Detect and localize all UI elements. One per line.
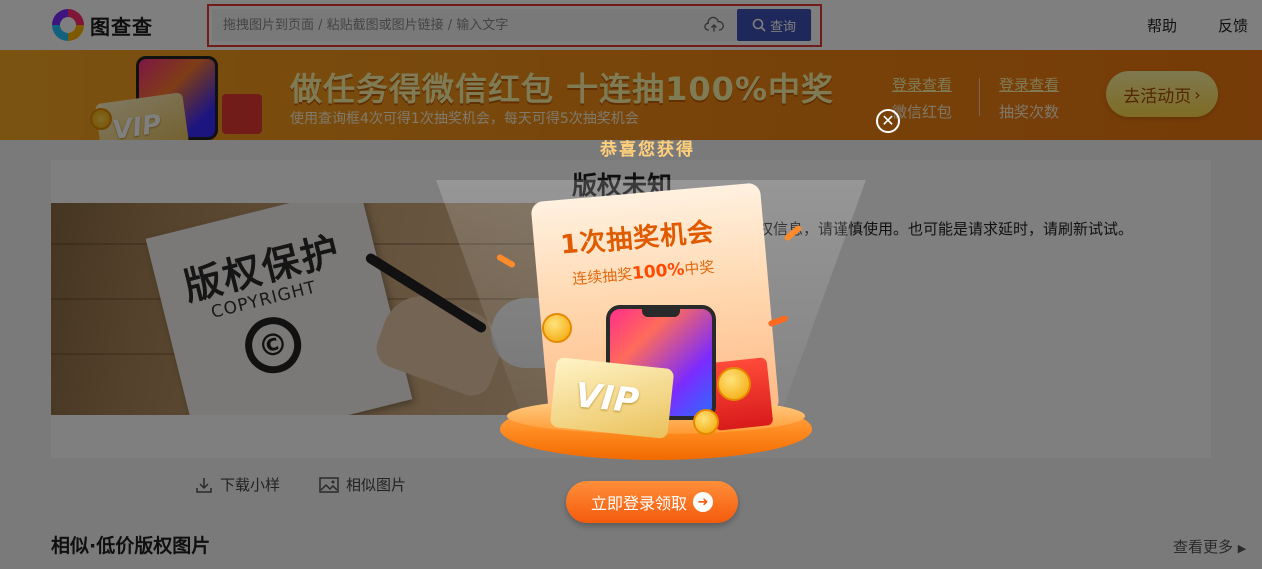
arrow-right-circle-icon: ➜ xyxy=(693,492,713,512)
coin-icon xyxy=(717,367,751,401)
prize-sub-prefix: 连续抽奖 xyxy=(571,265,633,289)
login-claim-button[interactable]: 立即登录领取 ➜ xyxy=(566,481,738,523)
prize-sub-suffix: 中奖 xyxy=(683,257,716,279)
login-claim-label: 立即登录领取 xyxy=(590,494,687,513)
vip-card-icon: VIP xyxy=(549,357,675,439)
prize-vip-text: VIP xyxy=(573,375,641,422)
modal-congrats-text: 恭喜您获得 xyxy=(600,140,695,160)
coin-icon xyxy=(542,313,572,343)
coin-icon xyxy=(693,409,719,435)
close-icon[interactable]: ✕ xyxy=(876,109,900,133)
